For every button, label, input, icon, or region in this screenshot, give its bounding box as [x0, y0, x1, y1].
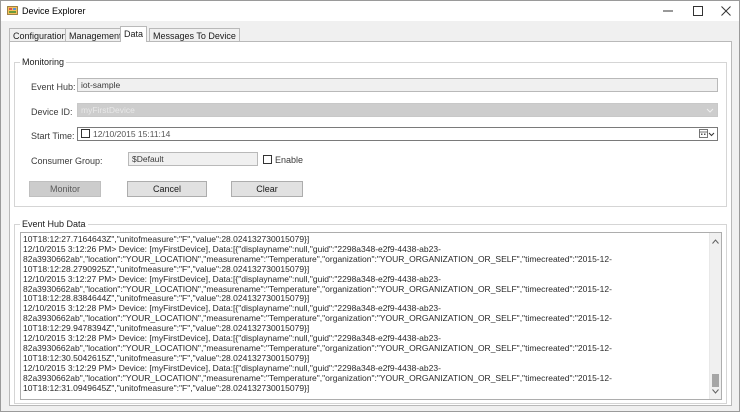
data-tab-page: Monitoring Event Hub: iot-sample Device … [9, 41, 732, 406]
event-hub-label: Event Hub: [31, 82, 76, 92]
output-line: 82a3930662ab","location":"YOUR_LOCATION"… [23, 254, 612, 264]
enable-checkbox[interactable]: Enable [263, 155, 303, 165]
clear-button[interactable]: Clear [231, 181, 303, 197]
calendar-dropdown-button[interactable] [699, 129, 715, 139]
close-button[interactable] [711, 1, 740, 21]
maximize-button[interactable] [683, 1, 713, 21]
enable-checkbox-box [263, 155, 272, 164]
chevron-down-icon [706, 106, 714, 116]
output-line: 10T18:12:27.7164643Z","unitofmeasure":"F… [23, 235, 310, 244]
output-line: 10T18:12:31.0949645Z","unitofmeasure":"F… [23, 383, 310, 393]
output-line: 12/10/2015 3:12:28 PM> Device: [myFirstD… [23, 304, 441, 314]
consumer-group-field[interactable]: $Default [128, 152, 258, 166]
enable-label: Enable [275, 155, 304, 165]
device-id-select[interactable]: myFirstDevice [77, 103, 718, 117]
output-line: 12/10/2015 3:12:29 PM> Device: [myFirstD… [23, 363, 441, 373]
device-explorer-window: Device Explorer Configuration Management [0, 0, 740, 412]
device-explorer-icon [7, 5, 18, 16]
output-line: 12/10/2015 3:12:27 PM> Device: [myFirstD… [23, 274, 441, 284]
minimize-icon [663, 10, 673, 12]
event-hub-data-output[interactable]: 10T18:12:27.7164643Z","unitofmeasure":"F… [20, 232, 722, 400]
device-id-value: myFirstDevice [81, 105, 135, 115]
scroll-down-icon[interactable] [712, 386, 719, 396]
tab-management[interactable]: Management [65, 28, 126, 42]
output-line: 10T18:12:29.9478394Z","unitofmeasure":"F… [23, 324, 310, 334]
scroll-up-icon[interactable] [712, 236, 719, 246]
event-hub-data-group-title: Event Hub Data [20, 219, 88, 229]
output-line: 10T18:12:30.5042615Z","unitofmeasure":"F… [23, 353, 310, 363]
title-bar[interactable]: Device Explorer [1, 1, 739, 21]
tab-configuration[interactable]: Configuration [9, 28, 71, 42]
output-line: 82a3930662ab","location":"YOUR_LOCATION"… [23, 314, 612, 324]
event-hub-field[interactable]: iot-sample [77, 78, 718, 92]
event-hub-data-lines: 10T18:12:27.7164643Z","unitofmeasure":"F… [23, 235, 709, 394]
consumer-group-label: Consumer Group: [31, 156, 103, 166]
close-icon [721, 6, 731, 16]
tab-messages-to-device[interactable]: Messages To Device [149, 28, 240, 42]
output-line: 12/10/2015 3:12:28 PM> Device: [myFirstD… [23, 334, 441, 344]
output-line: 10T18:12:28.8384644Z","unitofmeasure":"F… [23, 294, 310, 304]
output-line: 82a3930662ab","location":"YOUR_LOCATION"… [23, 343, 612, 353]
output-scrollbar[interactable] [709, 233, 721, 399]
start-time-label: Start Time: [31, 131, 75, 141]
device-id-label: Device ID: [31, 107, 73, 117]
start-time-checkbox[interactable] [81, 129, 90, 138]
maximize-icon [693, 6, 703, 16]
calendar-icon [699, 129, 715, 138]
output-line: 82a3930662ab","location":"YOUR_LOCATION"… [23, 284, 612, 294]
start-time-value: 12/10/2015 15:11:14 [93, 129, 171, 139]
tab-data[interactable]: Data [120, 26, 148, 42]
monitoring-group-title: Monitoring [20, 57, 67, 67]
start-time-picker[interactable]: 12/10/2015 15:11:14 [77, 127, 718, 141]
output-line: 10T18:12:28.2790925Z","unitofmeasure":"F… [23, 264, 310, 274]
monitor-button[interactable]: Monitor [29, 181, 101, 197]
output-line: 12/10/2015 3:12:26 PM> Device: [myFirstD… [23, 244, 441, 254]
window-title: Device Explorer [22, 6, 86, 16]
output-line: 82a3930662ab","location":"YOUR_LOCATION"… [23, 373, 612, 383]
monitoring-group: Monitoring Event Hub: iot-sample Device … [14, 57, 727, 207]
cancel-button[interactable]: Cancel [127, 181, 207, 197]
minimize-button[interactable] [653, 1, 683, 21]
